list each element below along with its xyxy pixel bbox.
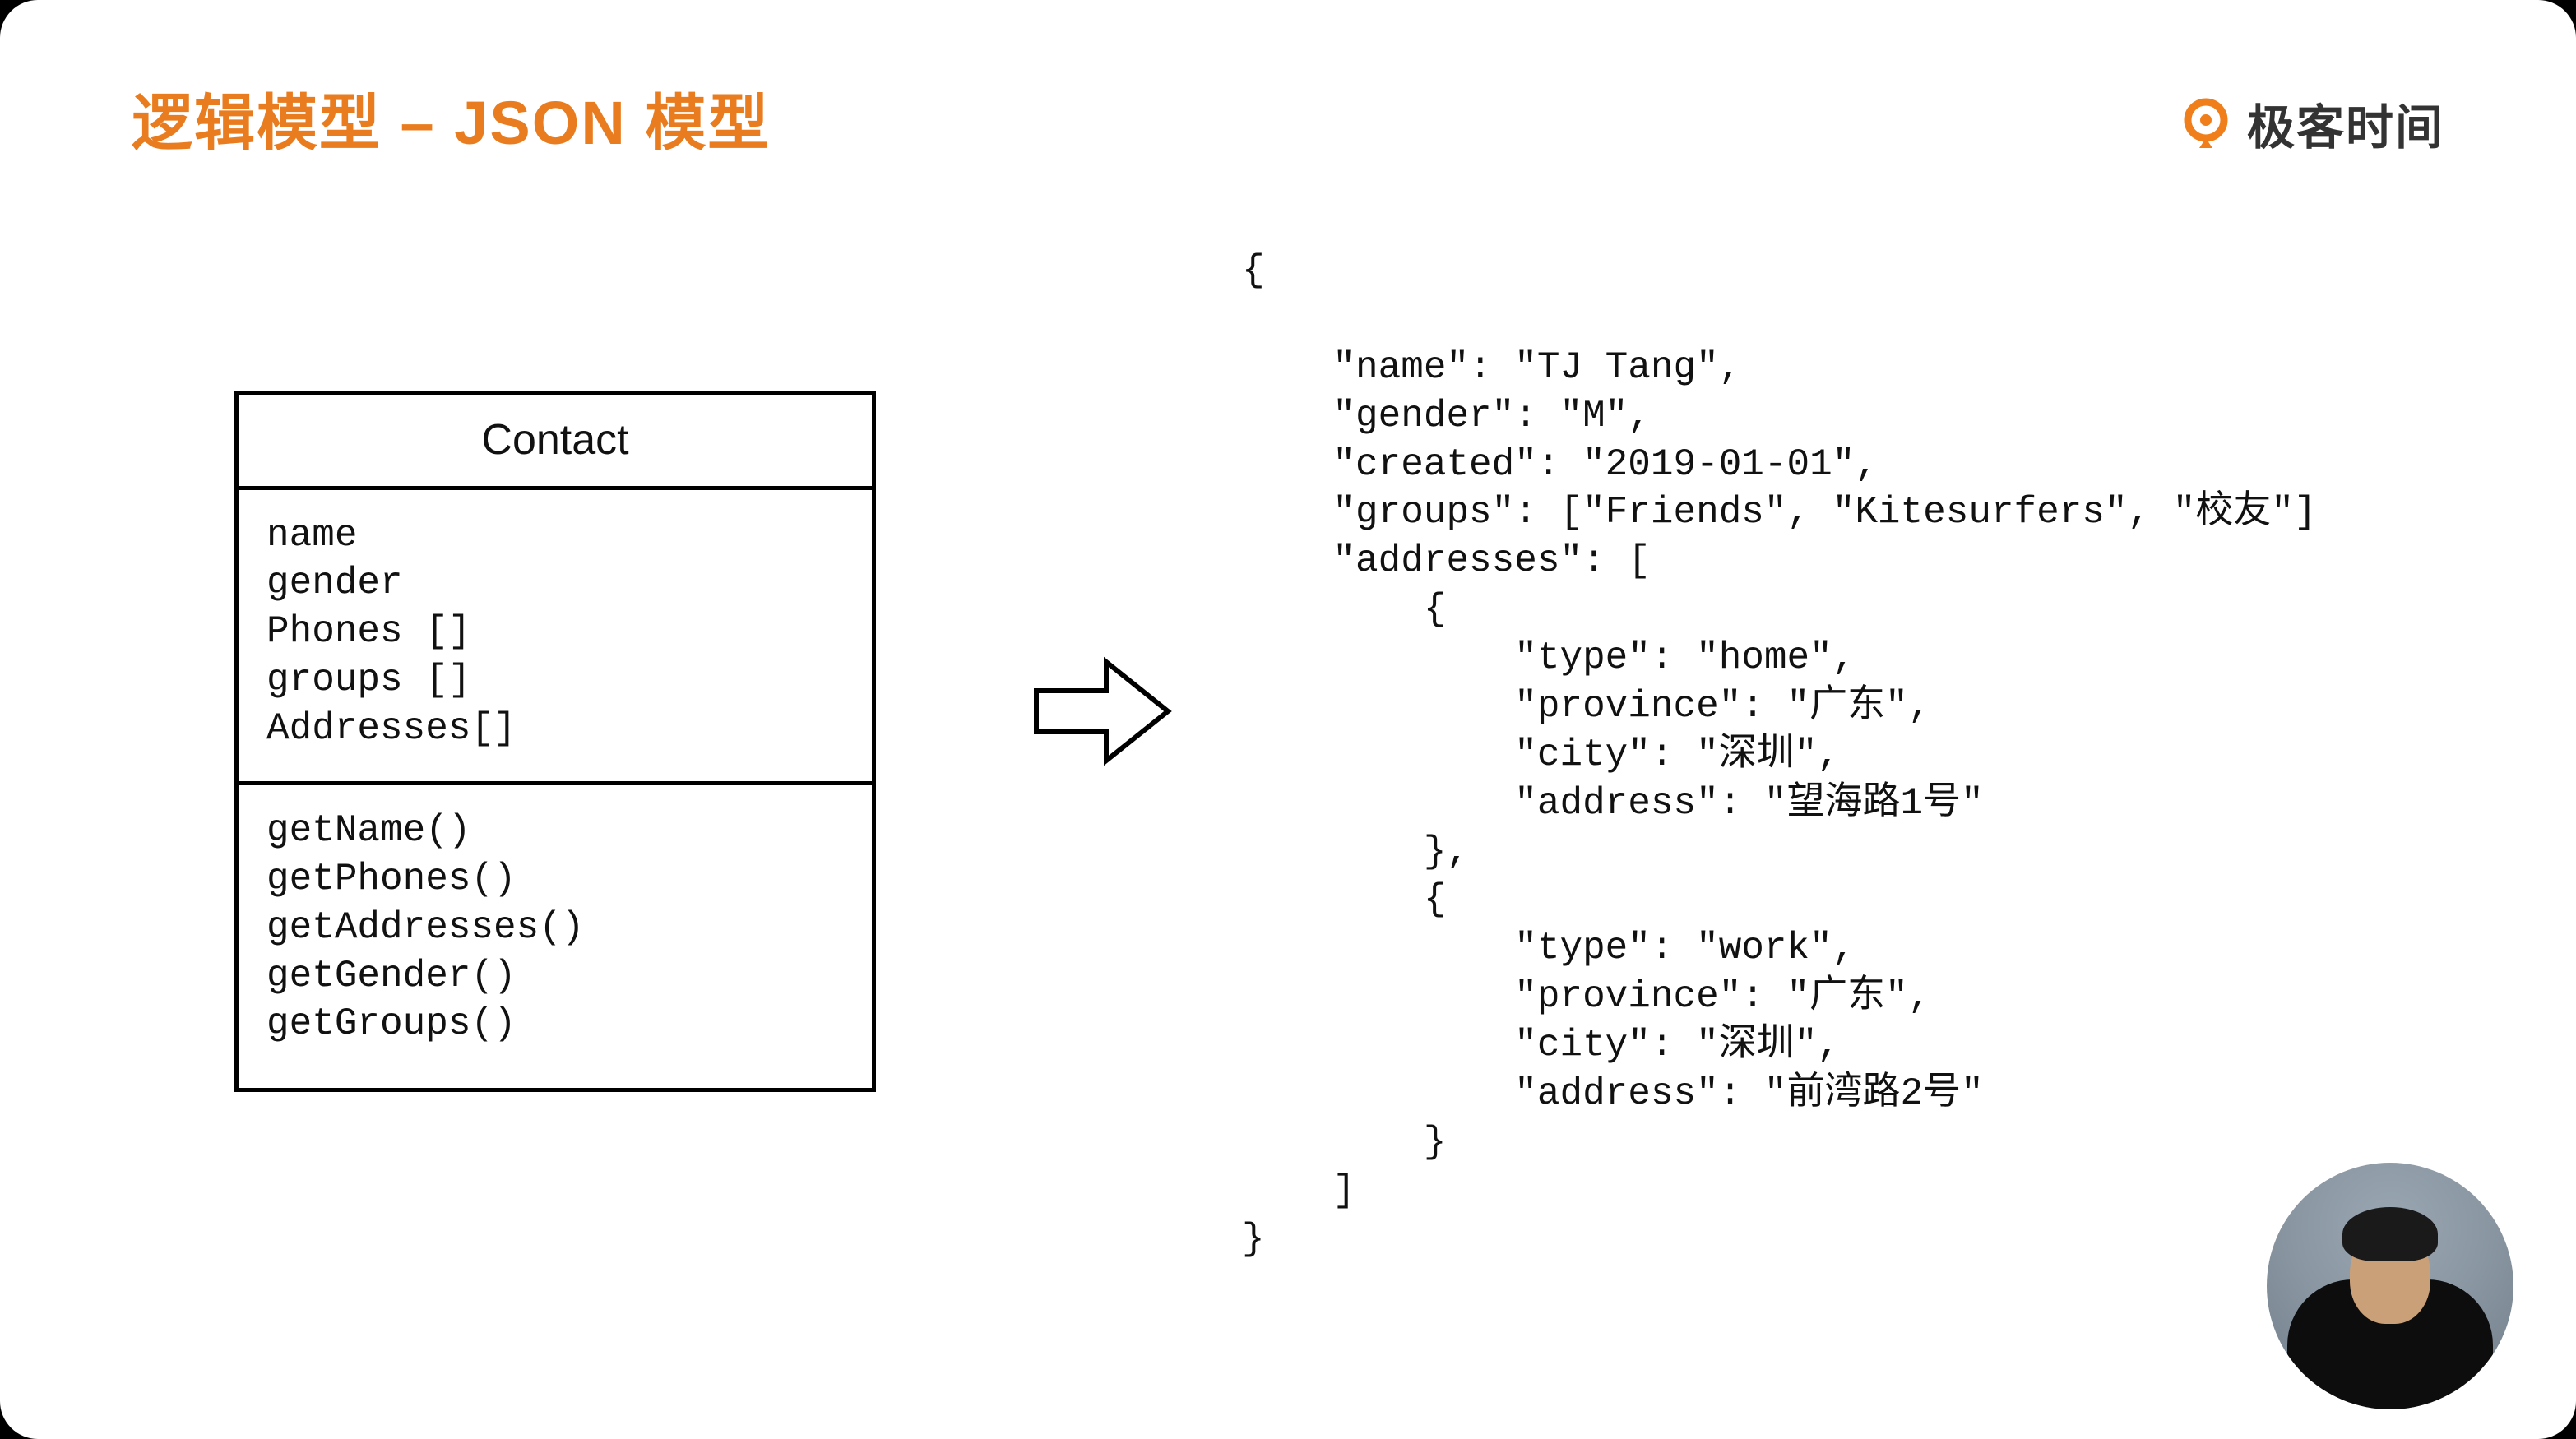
- brand-logo: 极客时间: [2180, 89, 2444, 158]
- brand-name: 极客时间: [2247, 89, 2444, 158]
- slide-title: 逻辑模型 – JSON 模型: [132, 74, 2469, 162]
- presenter-avatar: [2267, 1163, 2513, 1409]
- uml-class-box: Contact name gender Phones [] groups [] …: [234, 391, 876, 1092]
- slide-content: Contact name gender Phones [] groups [] …: [132, 247, 2469, 1357]
- arrow-right-icon: [1028, 650, 1176, 773]
- json-code-block: { "name": "TJ Tang", "gender": "M", "cre…: [1242, 247, 2317, 1263]
- uml-class-name: Contact: [239, 395, 872, 490]
- uml-attributes: name gender Phones [] groups [] Addresse…: [239, 490, 872, 785]
- brand-icon: [2180, 97, 2232, 150]
- uml-methods: getName() getPhones() getAddresses() get…: [239, 785, 872, 1088]
- slide: 逻辑模型 – JSON 模型 极客时间 Contact name gender …: [0, 0, 2576, 1439]
